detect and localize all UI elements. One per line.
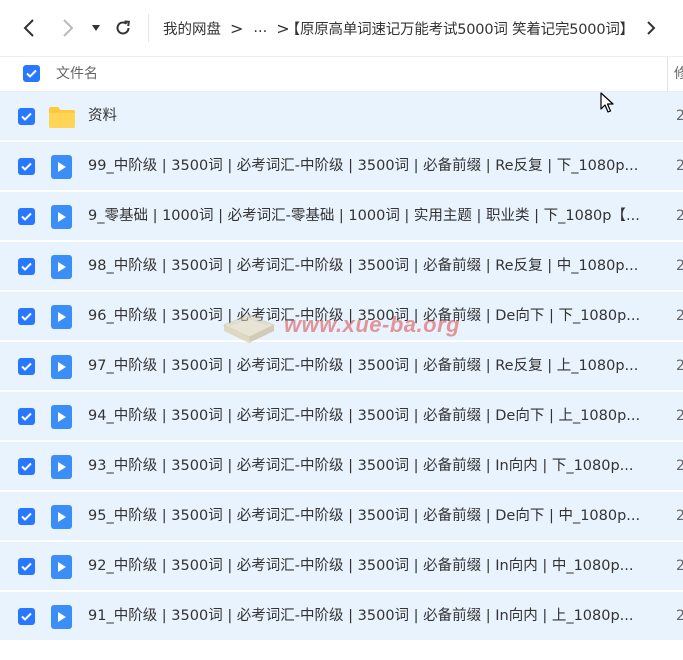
file-row-checkbox[interactable] [18,608,35,625]
breadcrumb: 我的网盘 > ... > 【原原高单词速记万能考试5000词 笑着记完5000词… [163,0,634,56]
video-file-icon [48,504,74,530]
checkmark-icon [26,69,37,78]
file-modified-date: 2 [676,108,683,124]
refresh-icon [116,20,130,35]
checkmark-icon [21,512,32,521]
chevron-right-icon [647,21,656,35]
navigation-bar: 我的网盘 > ... > 【原原高单词速记万能考试5000词 笑着记完5000词… [0,0,683,56]
file-row[interactable]: 97_中阶级 | 3500词 | 必考词汇-中阶级 | 3500词 | 必备前缀… [0,342,683,391]
refresh-button[interactable] [111,16,135,40]
file-modified-date: 2 [676,408,683,424]
file-modified-date: 2 [676,258,683,274]
file-row[interactable]: 96_中阶级 | 3500词 | 必考词汇-中阶级 | 3500词 | 必备前缀… [0,292,683,341]
video-file-icon [48,204,74,230]
file-row-checkbox[interactable] [18,408,35,425]
file-name[interactable]: 98_中阶级 | 3500词 | 必考词汇-中阶级 | 3500词 | 必备前缀… [88,242,654,291]
checkmark-icon [21,262,32,271]
breadcrumb-separator: > [230,18,244,38]
caret-down-icon [92,25,100,31]
file-row[interactable]: 98_中阶级 | 3500词 | 必考词汇-中阶级 | 3500词 | 必备前缀… [0,242,683,291]
breadcrumb-next-button[interactable] [645,20,657,40]
video-file-icon [48,354,74,380]
column-header-modified[interactable]: 修 [674,57,683,91]
file-row[interactable]: 91_中阶级 | 3500词 | 必考词汇-中阶级 | 3500词 | 必备前缀… [0,592,683,641]
file-row[interactable]: 95_中阶级 | 3500词 | 必考词汇-中阶级 | 3500词 | 必备前缀… [0,492,683,541]
file-row-checkbox[interactable] [18,458,35,475]
file-name[interactable]: 93_中阶级 | 3500词 | 必考词汇-中阶级 | 3500词 | 必备前缀… [88,442,654,491]
checkmark-icon [21,162,32,171]
video-file-icon [48,304,74,330]
select-all-checkbox[interactable] [23,65,40,82]
folder-icon [48,104,75,130]
file-name[interactable]: 94_中阶级 | 3500词 | 必考词汇-中阶级 | 3500词 | 必备前缀… [88,392,654,441]
file-modified-date: 2 [676,458,683,474]
file-name[interactable]: 99_中阶级 | 3500词 | 必考词汇-中阶级 | 3500词 | 必备前缀… [88,142,654,191]
file-row[interactable]: 9_零基础 | 1000词 | 必考词汇-零基础 | 1000词 | 实用主题 … [0,192,683,241]
checkmark-icon [21,612,32,621]
column-header-filename[interactable]: 文件名 [56,57,98,91]
file-row[interactable]: 94_中阶级 | 3500词 | 必考词汇-中阶级 | 3500词 | 必备前缀… [0,392,683,441]
breadcrumb-current-folder[interactable]: 【原原高单词速记万能考试5000词 笑着记完5000词】 [286,18,635,39]
checkmark-icon [21,112,32,121]
checkmark-icon [21,362,32,371]
file-row[interactable]: 93_中阶级 | 3500词 | 必考词汇-中阶级 | 3500词 | 必备前缀… [0,442,683,491]
file-name[interactable]: 95_中阶级 | 3500词 | 必考词汇-中阶级 | 3500词 | 必备前缀… [88,492,654,541]
file-row-checkbox[interactable] [18,108,35,125]
video-file-icon [48,554,74,580]
chevron-right-icon [63,19,74,37]
video-file-icon [48,254,74,280]
file-modified-date: 2 [676,358,683,374]
video-file-icon [48,454,74,480]
file-name[interactable]: 97_中阶级 | 3500词 | 必考词汇-中阶级 | 3500词 | 必备前缀… [88,342,654,391]
file-row[interactable]: 资料 2 [0,92,683,141]
file-modified-date: 2 [676,508,683,524]
back-button[interactable] [17,16,41,40]
history-dropdown-button[interactable] [86,16,106,40]
nav-divider [148,14,149,42]
file-modified-date: 2 [676,558,683,574]
file-row-checkbox[interactable] [18,358,35,375]
file-row[interactable]: 92_中阶级 | 3500词 | 必考词汇-中阶级 | 3500词 | 必备前缀… [0,542,683,591]
video-file-icon [48,404,74,430]
column-divider[interactable] [667,57,668,91]
video-file-icon [48,604,74,630]
breadcrumb-ellipsis[interactable]: ... [253,20,267,36]
chevron-left-icon [23,19,34,37]
checkmark-icon [21,562,32,571]
checkmark-icon [21,312,32,321]
file-modified-date: 2 [676,208,683,224]
video-file-icon [48,154,74,180]
file-modified-date: 2 [676,158,683,174]
file-name[interactable]: 96_中阶级 | 3500词 | 必考词汇-中阶级 | 3500词 | 必备前缀… [88,292,654,341]
file-row-checkbox[interactable] [18,258,35,275]
file-name[interactable]: 91_中阶级 | 3500词 | 必考词汇-中阶级 | 3500词 | 必备前缀… [88,592,654,641]
file-row-checkbox[interactable] [18,508,35,525]
forward-button[interactable] [56,16,80,40]
file-list-header: 文件名 修 [0,56,683,92]
breadcrumb-root[interactable]: 我的网盘 [163,18,221,39]
file-modified-date: 2 [676,608,683,624]
file-name[interactable]: 9_零基础 | 1000词 | 必考词汇-零基础 | 1000词 | 实用主题 … [88,192,654,241]
file-name[interactable]: 资料 [88,92,654,141]
file-row-checkbox[interactable] [18,308,35,325]
checkmark-icon [21,462,32,471]
file-row[interactable]: 99_中阶级 | 3500词 | 必考词汇-中阶级 | 3500词 | 必备前缀… [0,142,683,191]
file-row-checkbox[interactable] [18,208,35,225]
checkmark-icon [21,212,32,221]
file-name[interactable]: 92_中阶级 | 3500词 | 必考词汇-中阶级 | 3500词 | 必备前缀… [88,542,654,591]
file-modified-date: 2 [676,308,683,324]
file-row-checkbox[interactable] [18,158,35,175]
file-row-checkbox[interactable] [18,558,35,575]
checkmark-icon [21,412,32,421]
